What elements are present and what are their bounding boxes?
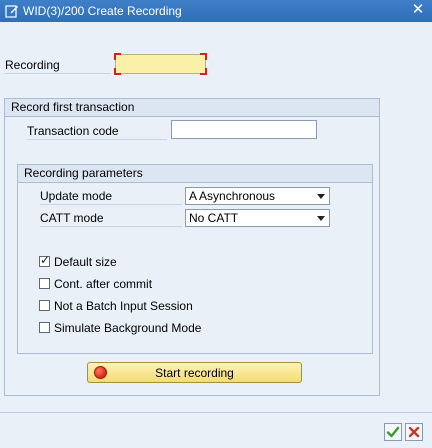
cont-after-commit-label: Cont. after commit: [54, 277, 153, 291]
first-transaction-group-title: Record first transaction: [11, 100, 135, 114]
cancel-x-icon: [408, 426, 420, 438]
close-icon[interactable]: ✕: [410, 2, 426, 18]
checkmark-icon: [386, 426, 400, 438]
chevron-down-icon[interactable]: [317, 216, 325, 221]
title-bar: WID(3)/200 Create Recording ✕: [0, 0, 432, 22]
default-size-label: Default size: [54, 255, 117, 269]
catt-mode-select[interactable]: No CATT: [185, 209, 330, 227]
window-title: WID(3)/200 Create Recording: [23, 4, 182, 18]
ok-button[interactable]: [384, 423, 402, 441]
chevron-down-icon[interactable]: [317, 194, 325, 199]
cont-after-commit-checkbox[interactable]: [39, 278, 50, 289]
simulate-background-label: Simulate Background Mode: [54, 321, 202, 335]
start-recording-button[interactable]: Start recording: [87, 362, 302, 383]
recording-label: Recording: [5, 58, 60, 72]
catt-mode-label: CATT mode: [40, 211, 104, 225]
not-batch-input-checkbox[interactable]: [39, 300, 50, 311]
recording-input[interactable]: [114, 53, 207, 75]
start-recording-label: Start recording: [155, 366, 234, 380]
transaction-code-label: Transaction code: [27, 124, 119, 138]
group-header: Recording parameters: [18, 165, 372, 183]
transaction-code-input[interactable]: [171, 120, 317, 139]
recording-parameters-group-title: Recording parameters: [24, 166, 143, 180]
not-batch-input-label: Not a Batch Input Session: [54, 299, 193, 313]
cancel-button[interactable]: [405, 423, 423, 441]
simulate-background-checkbox[interactable]: [39, 322, 50, 333]
catt-mode-label-underline: [40, 226, 182, 227]
update-mode-label: Update mode: [40, 189, 113, 203]
catt-mode-value: No CATT: [189, 211, 239, 225]
default-size-checkbox[interactable]: ✓: [39, 253, 51, 267]
edit-window-icon: [5, 5, 18, 18]
footer-divider: [0, 412, 432, 413]
transaction-code-label-underline: [27, 139, 167, 140]
update-mode-label-underline: [40, 204, 182, 205]
group-header: Record first transaction: [5, 99, 379, 117]
recording-label-underline: [5, 73, 111, 74]
update-mode-value: A Asynchronous: [189, 189, 276, 203]
update-mode-select[interactable]: A Asynchronous: [185, 187, 330, 205]
checkmark-icon: ✓: [40, 253, 51, 267]
